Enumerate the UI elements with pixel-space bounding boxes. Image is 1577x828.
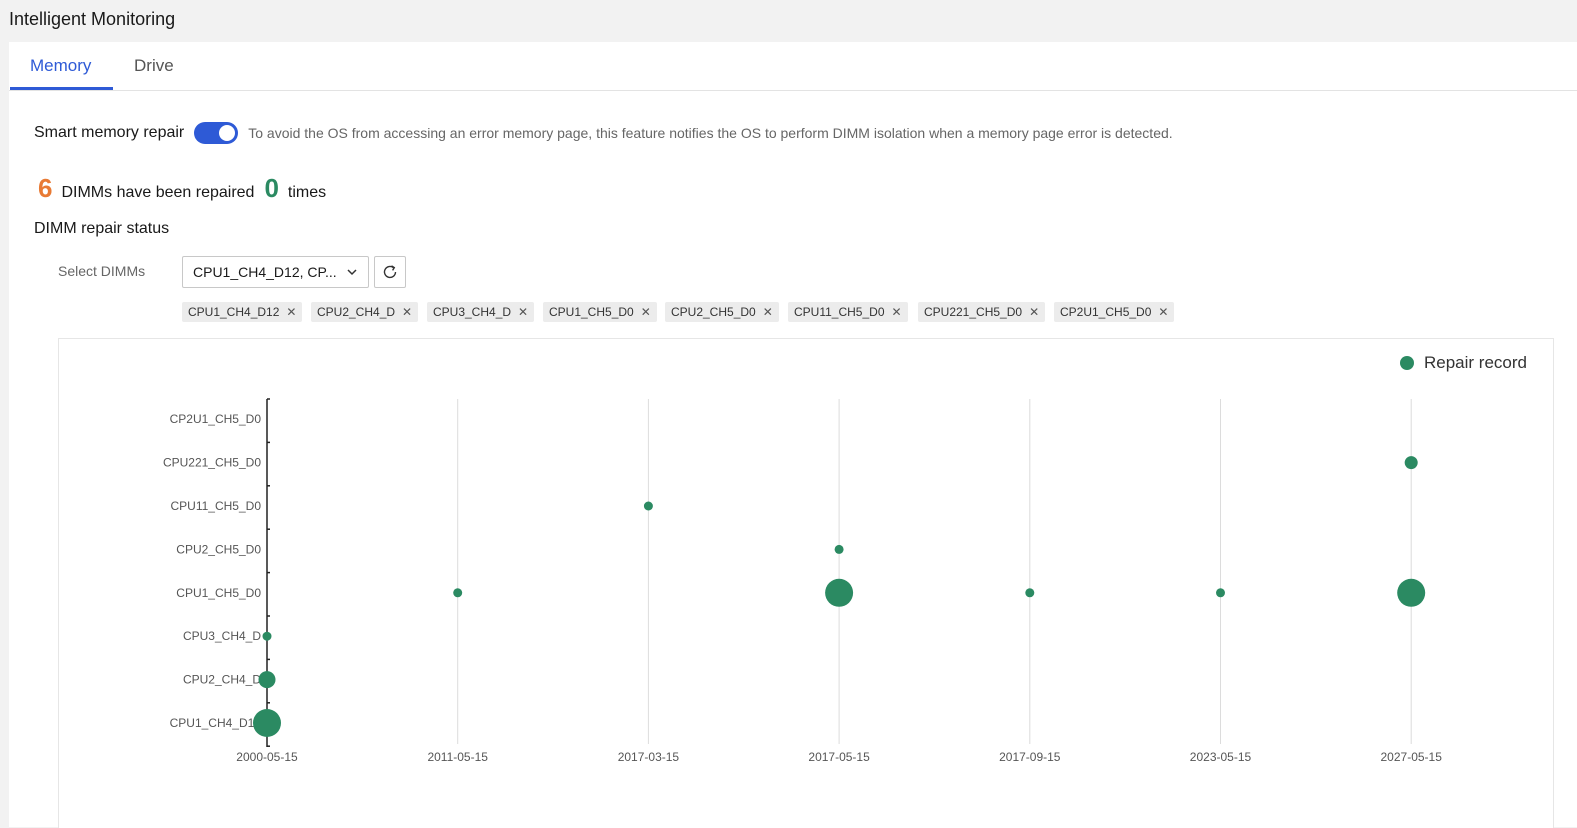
x-tick-label: 2017-09-15 [999,750,1061,764]
toggle-knob [219,125,236,141]
repair-point [1025,588,1035,598]
x-tick-label: 2017-05-15 [808,750,870,764]
x-tick-label: 2017-03-15 [618,750,680,764]
tag-label: CPU11_CH5_D0 [794,305,885,319]
repair-summary: 6 DIMMs have been repaired 0 times [38,173,326,204]
dimm-tag: CP2U1_CH5_D0 ✕ [1054,302,1175,322]
y-tick-label: CPU11_CH5_D0 [171,499,262,513]
y-tick-label: CP2U1_CH5_D0 [170,412,262,426]
select-dimms-label: Select DIMMs [58,263,146,279]
dimm-tag: CPU1_CH5_D0 ✕ [543,302,657,322]
y-tick-label: CPU2_CH5_D0 [176,542,261,556]
tab-drive[interactable]: Drive [134,56,174,76]
close-icon[interactable]: ✕ [1158,305,1168,319]
tag-label: CPU2_CH5_D0 [671,305,756,319]
tag-label: CPU1_CH4_D12 [188,305,280,319]
summary-text-2: times [287,184,327,201]
tab-memory[interactable]: Memory [30,56,91,76]
refresh-icon [383,265,397,279]
times-count: 0 [264,173,279,203]
close-icon[interactable]: ✕ [763,305,773,319]
smart-repair-toggle[interactable] [194,122,239,144]
section-title: DIMM repair status [34,220,170,237]
close-icon[interactable]: ✕ [402,305,412,319]
y-tick-label: CPU1_CH4_D12 [170,716,262,730]
repair-point [253,709,281,737]
tag-label: CP2U1_CH5_D0 [1060,305,1152,319]
tag-label: CPU1_CH5_D0 [549,305,634,319]
dimm-select[interactable]: CPU1_CH4_D12, CP... [182,256,369,288]
x-tick-label: 2011-05-15 [427,750,488,764]
tag-label: CPU2_CH4_D [317,305,396,319]
dimm-tag: CPU221_CH5_D0 ✕ [918,302,1046,322]
y-tick-label: CPU3_CH4_D [183,629,261,643]
x-tick-label: 2023-05-15 [1190,750,1252,764]
repair-point [453,588,463,598]
repair-point [1404,456,1418,470]
close-icon[interactable]: ✕ [641,305,651,319]
y-tick-label: CPU221_CH5_D0 [163,456,261,470]
close-icon[interactable]: ✕ [518,305,528,319]
tag-label: CPU3_CH4_D [433,305,512,319]
smart-repair-description: To avoid the OS from accessing an error … [248,125,1173,141]
repair-point [258,671,276,689]
summary-text-1: DIMMs have been repaired [61,184,255,201]
repair-point [825,578,854,607]
dimm-tag: CPU3_CH4_D ✕ [427,302,535,322]
app-title: Intelligent Monitoring [9,9,176,29]
dimm-tag: CPU2_CH5_D0 ✕ [665,302,779,322]
dimm-tag: CPU2_CH4_D ✕ [311,302,419,322]
refresh-button[interactable] [374,256,406,288]
repair-point [1397,578,1426,607]
y-tick-label: CPU1_CH5_D0 [176,586,261,600]
tab-bar: Memory Drive [9,42,1577,91]
dimm-tag: CPU1_CH4_D12 ✕ [182,302,303,322]
main-panel: Memory Drive Smart memory repair To avoi… [9,42,1577,828]
smart-repair-label: Smart memory repair [34,124,185,141]
y-tick-label: CPU2_CH4_D [183,673,261,687]
repair-scatter-plot: CPU1_CH4_D12 CPU2_CH4_D CPU3_CH4_D CPU1_CH5… [163,353,1527,764]
dimm-tag: CPU11_CH5_D0 ✕ [788,302,908,322]
smart-repair-row: Smart memory repair To avoid the OS from… [34,121,1173,145]
repair-point [262,631,272,641]
legend-marker [1400,356,1414,370]
chevron-down-icon [347,269,357,276]
close-icon[interactable]: ✕ [286,305,296,319]
tag-label: CPU221_CH5_D0 [924,305,1023,319]
x-tick-label: 2000-05-15 [236,750,298,764]
repair-point [643,501,653,511]
legend-label: Repair record [1424,353,1527,372]
dimm-repair-chart: CPU1_CH4_D12 CPU2_CH4_D CPU3_CH4_D CPU1_CH5… [58,338,1554,828]
repair-point [1216,588,1225,598]
close-icon[interactable]: ✕ [892,305,902,319]
active-tab-indicator [10,87,113,90]
x-tick-label: 2027-05-15 [1381,750,1443,764]
close-icon[interactable]: ✕ [1029,305,1039,319]
dimm-select-value: CPU1_CH4_D12, CP... [193,264,337,280]
repair-point [834,544,844,554]
dimm-count: 6 [38,173,53,203]
